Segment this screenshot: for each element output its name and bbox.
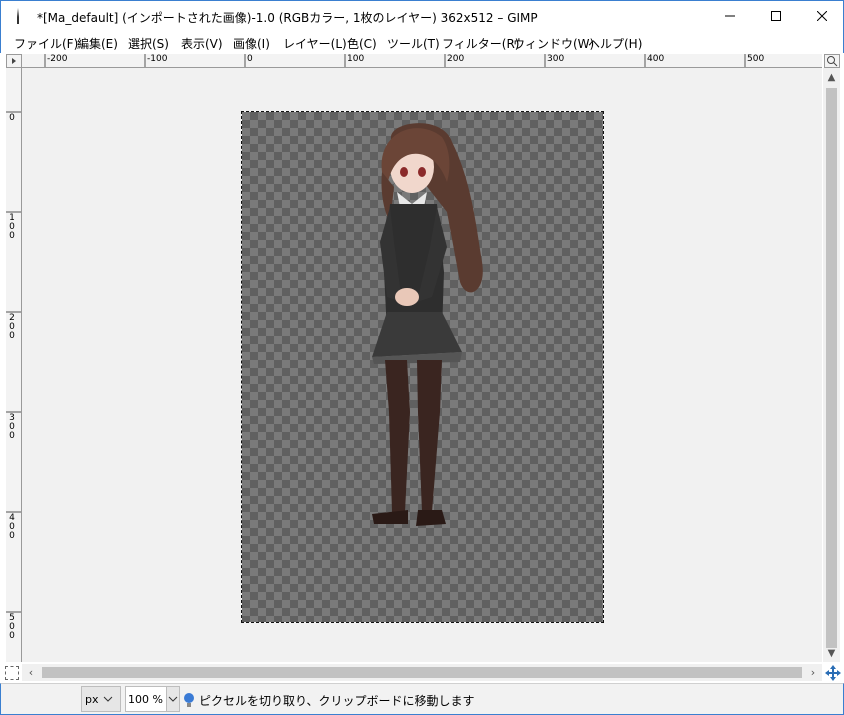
magnifier-icon [827,56,838,67]
horizontal-ruler[interactable]: -200 -100 0 100 200 300 400 500 [22,54,822,68]
status-message: ピクセルを切り取り、クリップボードに移動します [199,694,475,708]
scroll-right-arrow-icon[interactable]: › [804,664,822,681]
menu-bar: ファイル(F) 編集(E) 選択(S) 表示(V) 画像(I) レイヤー(L) … [0,31,844,53]
close-icon [817,11,827,21]
minimize-icon [725,15,735,17]
quick-mask-toggle[interactable] [5,666,19,680]
menu-layer[interactable]: レイヤー(L) [283,35,347,52]
chevron-down-icon [168,696,178,702]
vertical-scroll-thumb[interactable] [826,88,837,648]
vertical-scrollbar[interactable]: ▲ ▼ [823,68,840,662]
ruler-label: 0 [9,531,15,541]
menu-tools[interactable]: ツール(T) [387,35,440,52]
ruler-label: 0 [247,54,253,64]
ruler-label: 400 [647,54,665,64]
character-figure [372,123,483,526]
menu-filters[interactable]: フィルター(R) [442,35,519,52]
zoom-image-on-resize-button[interactable] [824,54,840,68]
unit-value: px [85,692,99,706]
ruler-menu-button[interactable] [6,54,22,68]
menu-windows[interactable]: ウィンドウ(W) [513,35,594,52]
ruler-label: 0 [9,231,15,241]
ruler-label: 300 [547,54,565,64]
image-canvas[interactable] [22,68,822,662]
ruler-label: -200 [47,54,68,64]
vertical-ruler[interactable]: 0 1 0 0 2 0 0 3 0 0 4 0 0 5 0 0 [6,68,22,662]
ruler-label: 200 [447,54,465,64]
ruler-label: 500 [747,54,765,64]
gimp-app-icon [17,8,19,24]
triangle-right-icon [12,58,16,64]
navigate-icon[interactable] [825,665,841,681]
ruler-label: -100 [147,54,168,64]
close-button[interactable] [799,1,844,31]
menu-help[interactable]: ヘルプ(H) [588,35,642,52]
ruler-label: 100 [347,54,365,64]
menu-file[interactable]: ファイル(F) [14,35,78,52]
image-layer[interactable] [241,111,604,623]
unit-select[interactable]: px [81,686,121,712]
horizontal-scroll-thumb[interactable] [42,667,802,678]
zoom-dropdown-button[interactable] [166,686,180,712]
ruler-ticks [6,111,21,613]
horizontal-scrollbar[interactable]: ‹ › [22,664,822,681]
menu-select[interactable]: 選択(S) [128,35,169,52]
ruler-label: 0 [9,431,15,441]
menu-edit[interactable]: 編集(E) [77,35,118,52]
scroll-left-arrow-icon[interactable]: ‹ [22,664,40,681]
chevron-down-icon [103,696,112,702]
menu-image[interactable]: 画像(I) [233,35,270,52]
ruler-label: 0 [9,113,15,123]
window-title: *[Ma_default] (インポートされた画像)-1.0 (RGBカラー, … [37,11,538,25]
scroll-down-arrow-icon[interactable]: ▼ [823,644,840,662]
maximize-icon [771,11,781,21]
menu-colors[interactable]: 色(C) [347,35,377,52]
scroll-up-arrow-icon[interactable]: ▲ [823,68,840,86]
minimize-button[interactable] [707,1,753,31]
ruler-label: 0 [9,631,15,641]
lightbulb-icon [184,693,194,707]
ruler-label: 0 [9,331,15,341]
maximize-button[interactable] [753,1,799,31]
zoom-value: 100 % [128,692,163,706]
menu-view[interactable]: 表示(V) [181,35,223,52]
zoom-input[interactable]: 100 % [125,686,167,712]
status-bar: px 100 % ピクセルを切り取り、クリップボードに移動します [0,683,844,715]
title-bar: *[Ma_default] (インポートされた画像)-1.0 (RGBカラー, … [0,0,844,31]
ruler-ticks [44,54,746,67]
